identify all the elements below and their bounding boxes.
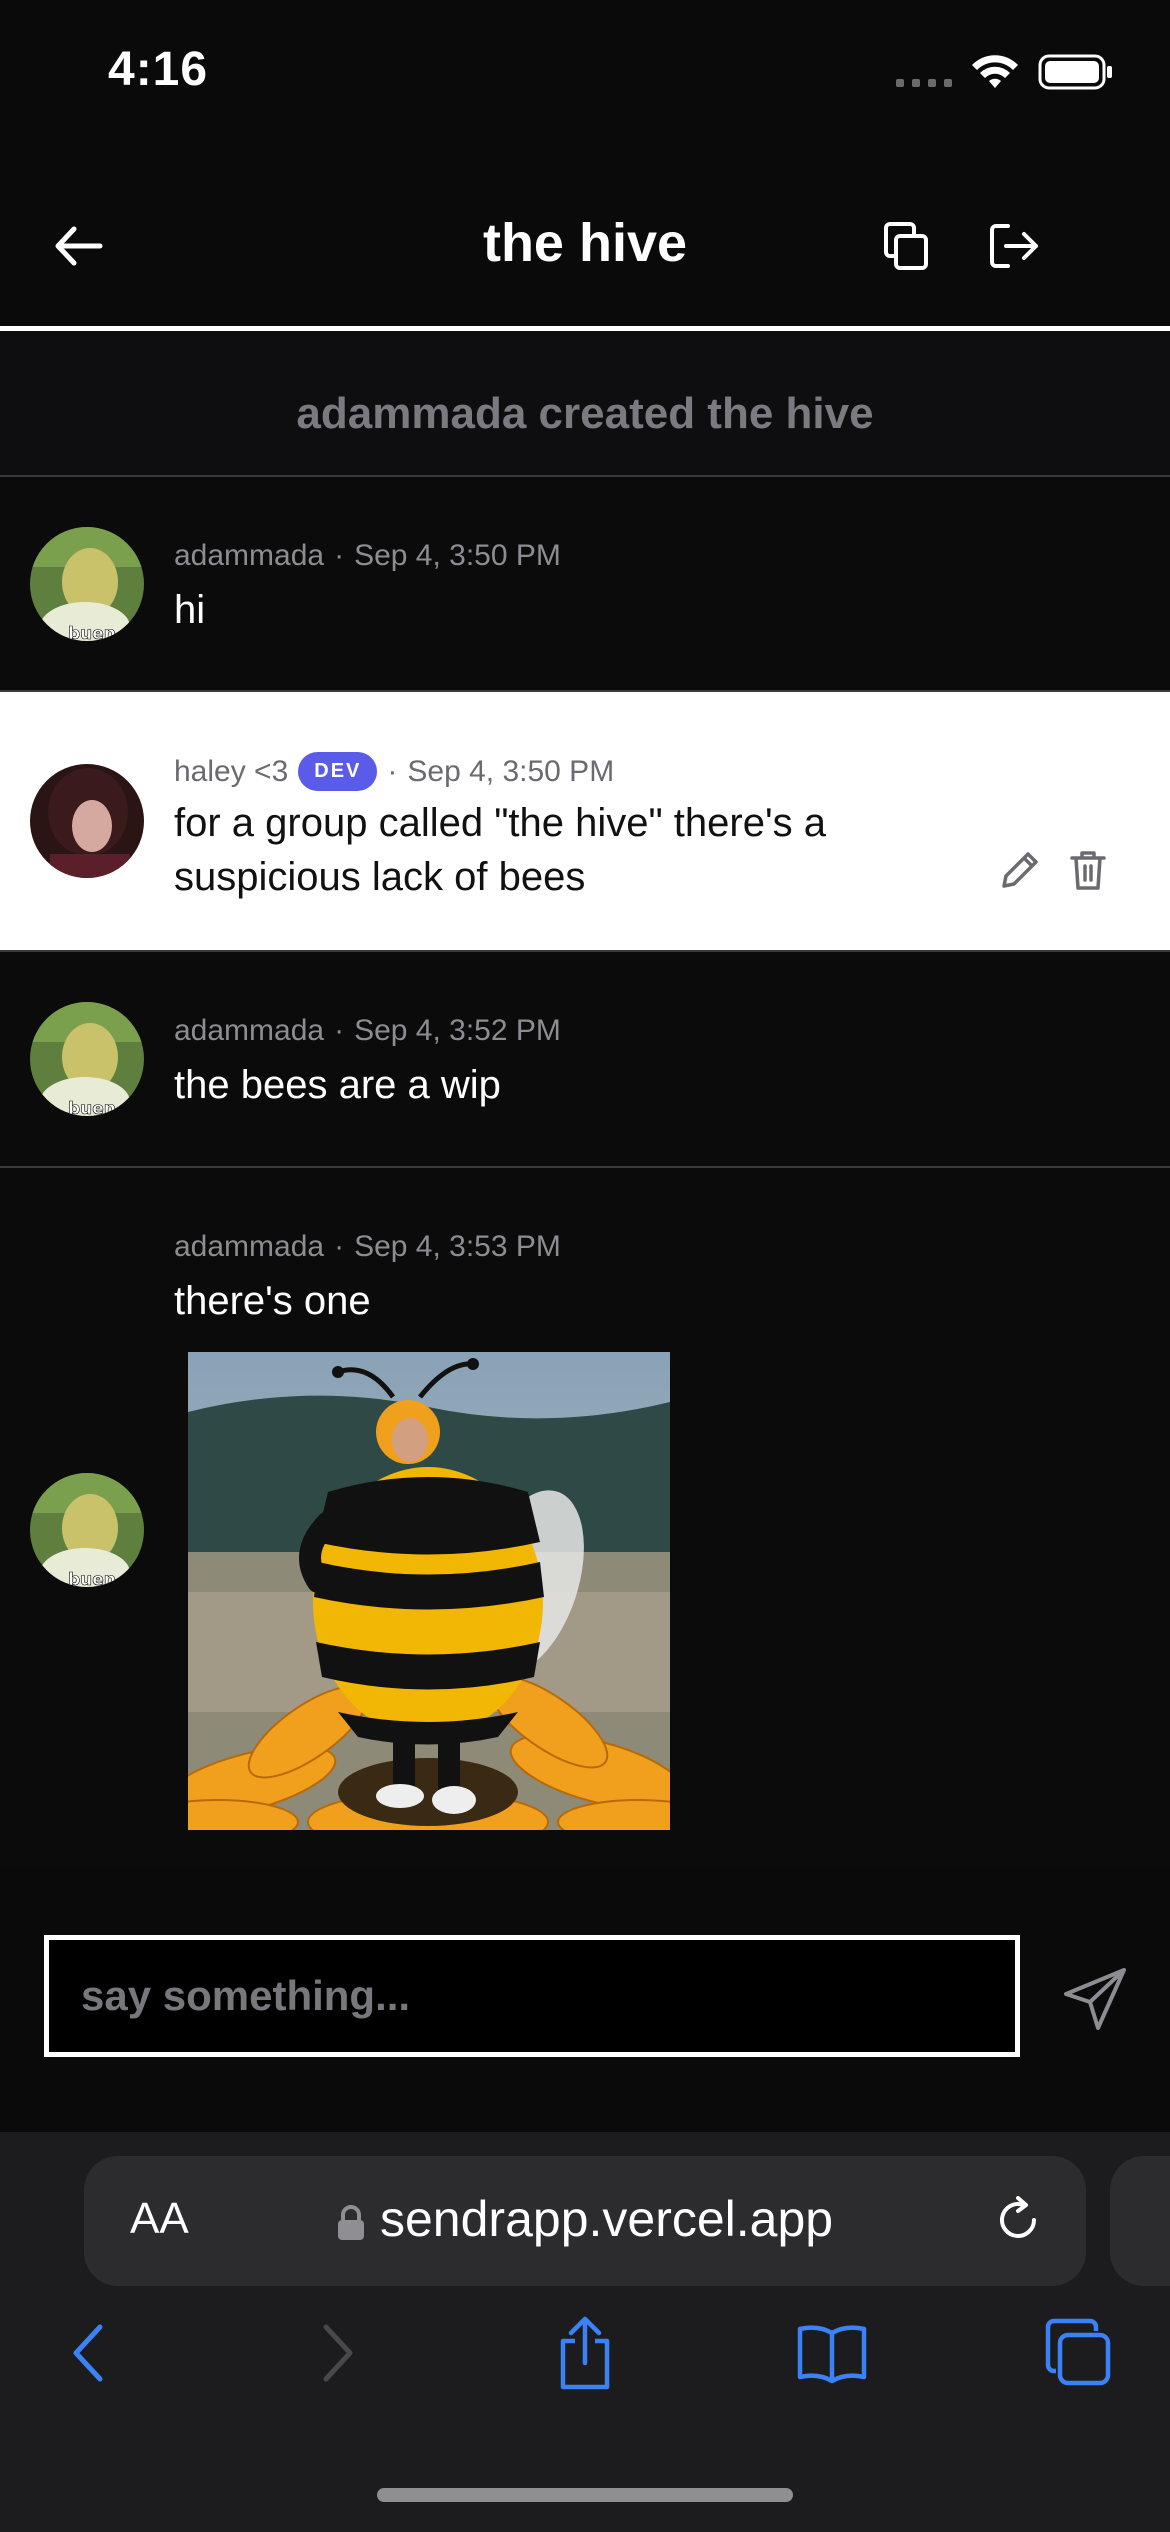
message-meta: adammada · Sep 4, 3:50 PM xyxy=(174,539,561,573)
message-meta: adammada · Sep 4, 3:53 PM xyxy=(174,1230,561,1264)
avatar-caption: buen xyxy=(68,1570,116,1587)
safari-back-button[interactable] xyxy=(50,2308,126,2398)
safari-forward-icon xyxy=(323,2324,353,2382)
message-author: adammada xyxy=(174,539,325,572)
status-time: 4:16 xyxy=(108,43,209,96)
message-timestamp: Sep 4, 3:52 PM xyxy=(354,1014,561,1047)
safari-forward-button[interactable] xyxy=(300,2308,376,2398)
meta-separator: · xyxy=(387,754,398,788)
message-author: adammada xyxy=(174,1014,325,1047)
lock-icon xyxy=(338,2205,364,2240)
message-meta: haley <3 DEV · Sep 4, 3:50 PM xyxy=(174,752,614,791)
message-text: there's one xyxy=(174,1279,371,1323)
send-icon xyxy=(1064,1968,1126,2030)
message-text: the bees are a wip xyxy=(174,1063,501,1107)
wifi-icon xyxy=(972,55,1018,88)
chat-header: the hive xyxy=(0,190,1170,330)
avatar-caption: buen xyxy=(68,1099,116,1116)
share-icon xyxy=(560,2316,610,2390)
avatar[interactable]: buen xyxy=(30,1473,144,1587)
dev-badge: DEV xyxy=(298,752,378,791)
trash-icon[interactable] xyxy=(1064,846,1112,894)
system-message: adammada created the hive xyxy=(0,331,1170,475)
message-text: hi xyxy=(174,588,206,632)
leave-group-button[interactable] xyxy=(978,210,1050,282)
reload-icon[interactable] xyxy=(992,2194,1044,2246)
copy-icon xyxy=(884,222,928,270)
reader-settings-button[interactable]: AA xyxy=(130,2194,189,2244)
address-bar[interactable]: AA sendrapp.vercel.app xyxy=(84,2156,1086,2286)
leave-icon xyxy=(990,224,1038,268)
message-row[interactable]: buen adammada · Sep 4, 3:52 PM the bees … xyxy=(0,952,1170,1166)
copy-link-button[interactable] xyxy=(870,210,942,282)
message-input[interactable]: say something... xyxy=(44,1935,1020,2057)
aa-label: AA xyxy=(130,2194,189,2243)
send-button[interactable] xyxy=(1058,1960,1134,2036)
message-author: adammada xyxy=(174,1230,325,1263)
edit-icon[interactable] xyxy=(996,846,1044,894)
meta-separator: · xyxy=(334,1230,345,1263)
message-timestamp: Sep 4, 3:53 PM xyxy=(354,1230,561,1263)
meta-separator: · xyxy=(334,1014,345,1047)
avatar[interactable] xyxy=(30,764,144,878)
avatar-caption: buen xyxy=(68,624,116,641)
status-icons xyxy=(896,52,1114,92)
cellular-signal-icon xyxy=(896,57,952,87)
message-author: haley <3 xyxy=(174,754,289,788)
home-indicator xyxy=(377,2488,793,2502)
meta-separator: · xyxy=(334,539,345,572)
message-row-own[interactable]: haley <3 DEV · Sep 4, 3:50 PM for a grou… xyxy=(0,692,1170,950)
safari-back-icon xyxy=(73,2324,103,2382)
bee-costume-image[interactable] xyxy=(188,1352,670,1830)
message-text-line-2: suspicious lack of bees xyxy=(174,855,586,899)
tabs-icon xyxy=(1045,2318,1111,2386)
avatar[interactable]: buen xyxy=(30,527,144,641)
avatar[interactable]: buen xyxy=(30,1002,144,1116)
status-bar: 4:16 xyxy=(0,0,1170,140)
message-row[interactable]: buen adammada · Sep 4, 3:50 PM hi xyxy=(0,477,1170,690)
share-button[interactable] xyxy=(545,2308,625,2398)
message-timestamp: Sep 4, 3:50 PM xyxy=(407,754,615,788)
url-text: sendrapp.vercel.app xyxy=(380,2191,834,2247)
message-text-line-1: for a group called "the hive" there's a xyxy=(174,801,826,845)
bookmarks-button[interactable] xyxy=(790,2308,874,2398)
next-tab-peek[interactable] xyxy=(1110,2156,1170,2286)
message-meta: adammada · Sep 4, 3:52 PM xyxy=(174,1014,561,1048)
battery-icon xyxy=(1038,54,1112,90)
bookmarks-icon xyxy=(797,2325,867,2384)
message-timestamp: Sep 4, 3:50 PM xyxy=(354,539,561,572)
tabs-button[interactable] xyxy=(1036,2308,1120,2398)
